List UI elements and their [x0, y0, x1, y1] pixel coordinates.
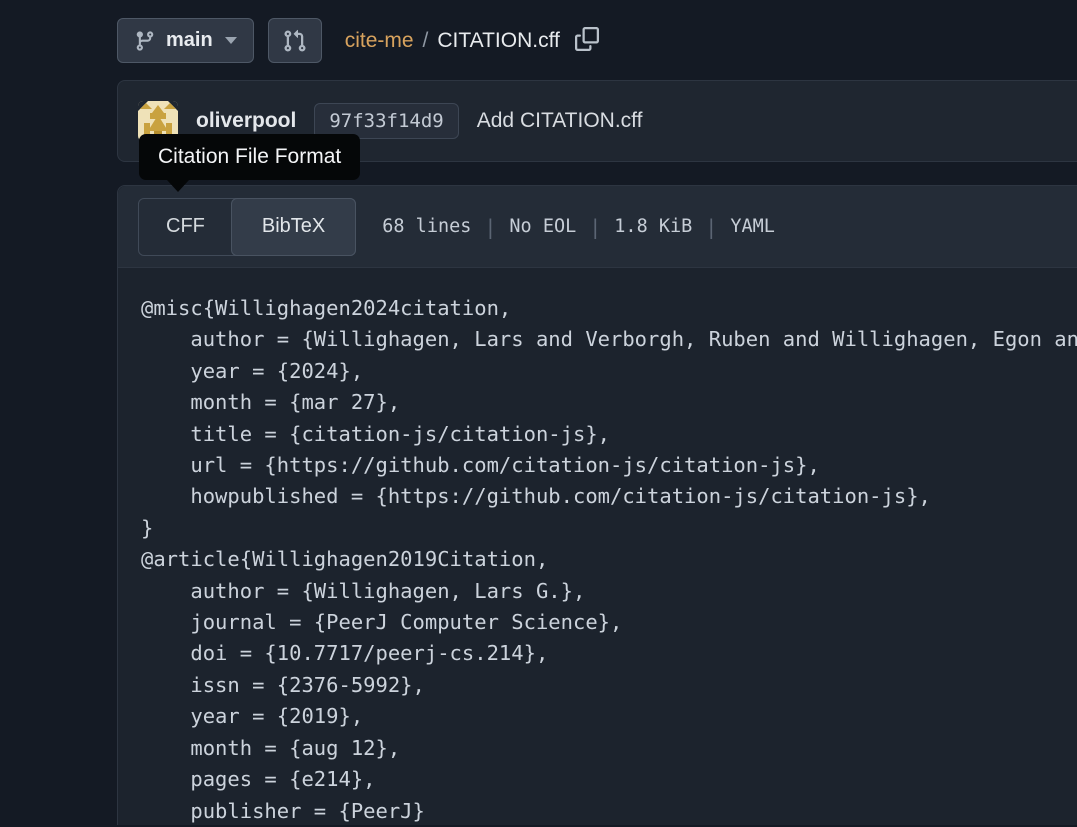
breadcrumb-separator: / — [423, 29, 429, 53]
code-line: title = {citation-js/citation-js}, — [141, 419, 1077, 450]
commit-message: Add CITATION.cff — [477, 109, 643, 133]
code-line: month = {mar 27}, — [141, 387, 1077, 418]
branch-selector-button[interactable]: main — [117, 18, 254, 63]
git-branch-icon — [134, 30, 156, 52]
file-lines-count: 68 lines — [382, 216, 471, 237]
chevron-down-icon — [225, 37, 237, 44]
stats-divider: | — [705, 215, 717, 239]
code-line: author = {Willighagen, Lars and Verborgh… — [141, 324, 1077, 355]
code-line: doi = {10.7717/peerj-cs.214}, — [141, 638, 1077, 669]
file-toolbar: main cite-me / CITATION.cff — [117, 18, 599, 63]
git-compare-icon — [283, 29, 307, 53]
code-line: url = {https://github.com/citation-js/ci… — [141, 450, 1077, 481]
code-line: month = {aug 12}, — [141, 733, 1077, 764]
tab-bibtex[interactable]: BibTeX — [231, 198, 356, 256]
code-content: @misc{Willighagen2024citation, author = … — [118, 268, 1077, 827]
code-line: @article{Willighagen2019Citation, — [141, 544, 1077, 575]
code-line: issn = {2376-5992}, — [141, 670, 1077, 701]
code-line: author = {Willighagen, Lars G.}, — [141, 576, 1077, 607]
tooltip: Citation File Format — [139, 134, 360, 180]
code-line: year = {2024}, — [141, 356, 1077, 387]
copy-icon — [575, 27, 599, 54]
tooltip-text: Citation File Format — [158, 145, 341, 168]
code-line: publisher = {PeerJ} — [141, 796, 1077, 827]
code-line: howpublished = {https://github.com/citat… — [141, 481, 1077, 512]
file-size: 1.8 KiB — [614, 216, 692, 237]
code-line: journal = {PeerJ Computer Science}, — [141, 607, 1077, 638]
code-line: pages = {e214}, — [141, 764, 1077, 795]
breadcrumb-file-name: CITATION.cff — [437, 29, 560, 53]
file-language: YAML — [730, 216, 775, 237]
commit-author-link[interactable]: oliverpool — [196, 109, 296, 133]
compare-button[interactable] — [268, 18, 322, 63]
stats-divider: | — [589, 215, 601, 239]
render-mode-tabs: CFF BibTeX — [138, 198, 356, 256]
file-eol-status: No EOL — [509, 216, 576, 237]
file-header: CFF BibTeX 68 lines | No EOL | 1.8 KiB |… — [118, 186, 1077, 268]
breadcrumb: cite-me / CITATION.cff — [345, 27, 599, 54]
file-stats: 68 lines | No EOL | 1.8 KiB | YAML — [382, 215, 775, 239]
copy-path-button[interactable] — [575, 27, 599, 54]
stats-divider: | — [484, 215, 496, 239]
branch-name: main — [166, 29, 213, 52]
code-line: } — [141, 513, 1077, 544]
code-line: @misc{Willighagen2024citation, — [141, 293, 1077, 324]
tab-cff[interactable]: CFF — [139, 199, 232, 255]
code-line: year = {2019}, — [141, 701, 1077, 732]
breadcrumb-repo-link[interactable]: cite-me — [345, 29, 414, 53]
tooltip-arrow — [167, 180, 189, 192]
file-view: CFF BibTeX 68 lines | No EOL | 1.8 KiB |… — [117, 185, 1077, 825]
